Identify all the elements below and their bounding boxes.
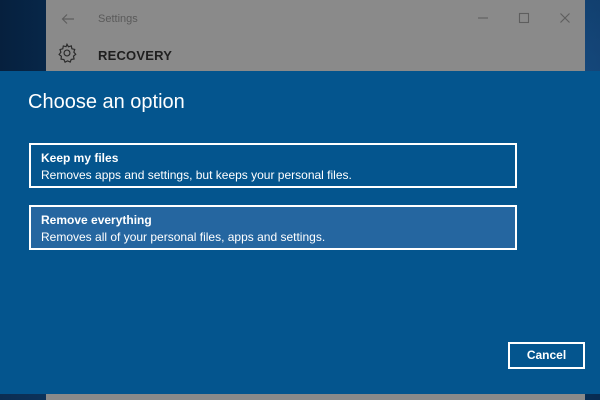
maximize-icon[interactable]: [517, 11, 531, 25]
minimize-icon[interactable]: [476, 11, 490, 25]
settings-window-bottom: [46, 394, 585, 400]
settings-header: RECOVERY: [46, 40, 585, 70]
back-arrow-icon[interactable]: [60, 11, 76, 27]
choose-option-dialog: Choose an option Keep my files Removes a…: [0, 71, 600, 394]
option-description: Removes all of your personal files, apps…: [41, 230, 326, 244]
keep-my-files-option[interactable]: Keep my files Removes apps and settings,…: [29, 143, 517, 188]
window-title: Settings: [98, 13, 138, 25]
settings-titlebar: Settings: [46, 0, 585, 40]
page-title: RECOVERY: [98, 48, 173, 63]
close-icon[interactable]: [558, 11, 572, 25]
cancel-button[interactable]: Cancel: [508, 342, 585, 369]
screen: Settings RECOVERY Choose an option Keep …: [0, 0, 600, 400]
remove-everything-option[interactable]: Remove everything Removes all of your pe…: [29, 205, 517, 250]
gear-icon: [58, 42, 77, 63]
option-title: Remove everything: [41, 213, 152, 227]
option-description: Removes apps and settings, but keeps you…: [41, 168, 352, 182]
dialog-title: Choose an option: [28, 91, 185, 113]
option-title: Keep my files: [41, 151, 119, 165]
